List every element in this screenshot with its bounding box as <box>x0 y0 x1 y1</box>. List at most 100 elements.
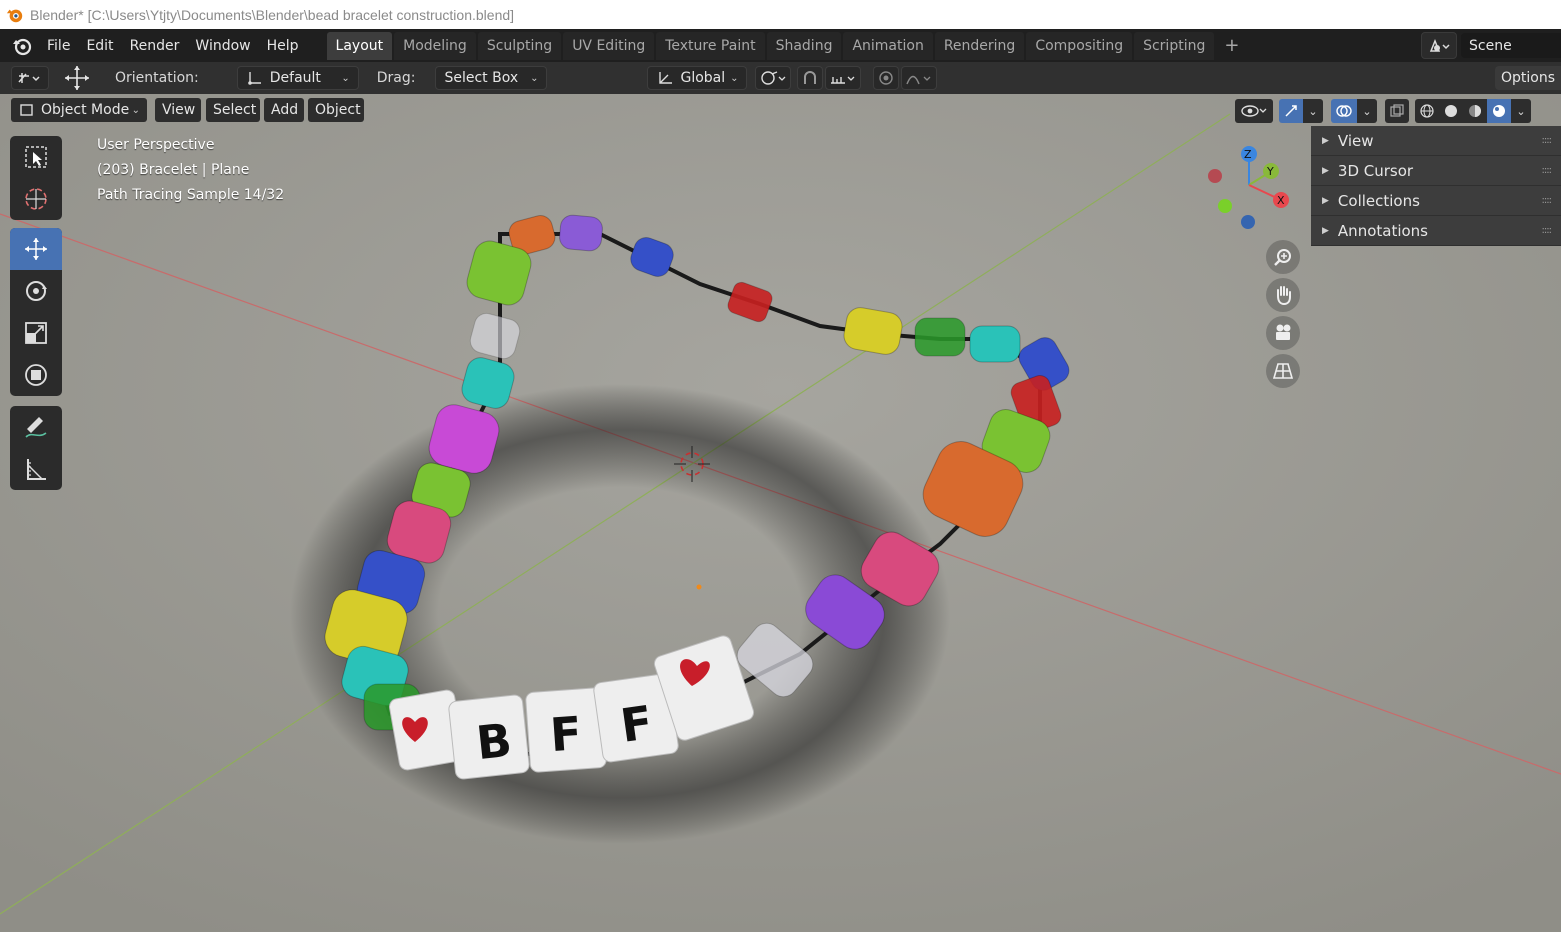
proportional-editing-toggle[interactable] <box>873 66 900 90</box>
tab-compositing[interactable]: Compositing <box>1026 31 1133 60</box>
gizmo-icon <box>1285 105 1297 117</box>
eye-icon <box>1241 105 1267 117</box>
disclosure-triangle-icon: ▶ <box>1322 195 1329 206</box>
sidebar-n-panel: ▶ View :::: ▶ 3D Cursor :::: ▶ Collectio… <box>1311 126 1561 246</box>
letter-f-1: F <box>548 706 583 762</box>
pivot-point-icon <box>761 71 786 85</box>
move-tool[interactable] <box>10 228 62 270</box>
solid-shading-button[interactable] <box>1439 99 1463 123</box>
menu-edit[interactable]: Edit <box>78 38 121 54</box>
pencil-icon <box>25 417 47 438</box>
tool-shelf-edit <box>10 228 62 396</box>
panel-annotations[interactable]: ▶ Annotations :::: <box>1311 216 1561 246</box>
workspace-tabs: Layout Modeling Sculpting UV Editing Tex… <box>326 29 1248 62</box>
gizmo-toggle[interactable] <box>1279 99 1303 123</box>
menu-file[interactable]: File <box>39 38 78 54</box>
solid-sphere-icon <box>1445 105 1457 117</box>
navigation-gizmo[interactable]: Z Y X <box>1198 142 1298 232</box>
transform-tool[interactable] <box>10 354 62 396</box>
scene-name-field[interactable]: Scene <box>1461 33 1561 58</box>
material-shading-button[interactable] <box>1463 99 1487 123</box>
chevron-down-icon: ⌄ <box>1308 104 1318 118</box>
scene-browse-icon[interactable] <box>1421 32 1457 59</box>
overlays-icon <box>1336 105 1352 117</box>
editor-type-dropdown[interactable] <box>11 66 49 90</box>
zoom-button[interactable] <box>1266 240 1300 274</box>
move-icon <box>25 238 47 260</box>
menu-window[interactable]: Window <box>187 38 258 54</box>
object-mode-dropdown[interactable]: Object Mode ⌄ <box>11 98 147 122</box>
scene-selector: Scene <box>1421 32 1561 59</box>
drag-grip-icon[interactable]: :::: <box>1542 135 1553 146</box>
tab-sculpting[interactable]: Sculpting <box>477 31 562 60</box>
drag-dropdown[interactable]: Select Box ⌄ <box>435 66 548 90</box>
measure-tool[interactable] <box>10 448 62 490</box>
cursor-tool[interactable] <box>10 178 62 220</box>
gizmo-dropdown[interactable]: ⌄ <box>1303 99 1323 123</box>
menu-render[interactable]: Render <box>122 38 188 54</box>
drag-grip-icon[interactable]: :::: <box>1542 225 1553 236</box>
orientation-dropdown[interactable]: Default ⌄ <box>236 66 359 90</box>
panel-3d-cursor[interactable]: ▶ 3D Cursor :::: <box>1311 156 1561 186</box>
blender-menu-icon[interactable] <box>11 35 33 57</box>
chevron-down-icon: ⌄ <box>1516 104 1526 118</box>
tab-scripting[interactable]: Scripting <box>1134 31 1215 60</box>
tab-texture-paint[interactable]: Texture Paint <box>656 31 765 60</box>
gizmo-neg-x <box>1208 169 1222 183</box>
camera-view-button[interactable] <box>1266 316 1300 350</box>
add-menu[interactable]: Add <box>264 98 304 122</box>
panel-view[interactable]: ▶ View :::: <box>1311 126 1561 156</box>
xray-toggle[interactable] <box>1385 99 1409 123</box>
wireframe-shading-button[interactable] <box>1415 99 1439 123</box>
tab-shading[interactable]: Shading <box>766 31 842 60</box>
tool-shelf-annotate <box>10 406 62 490</box>
tab-layout[interactable]: Layout <box>326 31 393 60</box>
proportional-falloff-dropdown[interactable] <box>901 66 938 90</box>
rotate-icon <box>26 281 47 301</box>
window-title: Blender* [C:\Users\Ytjty\Documents\Blend… <box>30 6 515 23</box>
snap-toggle[interactable] <box>797 66 824 90</box>
rotate-tool[interactable] <box>10 270 62 312</box>
snap-increment-icon <box>831 76 855 84</box>
overlays-dropdown[interactable]: ⌄ <box>1357 99 1377 123</box>
panel-3d-cursor-label: 3D Cursor <box>1337 161 1414 180</box>
shading-dropdown[interactable]: ⌄ <box>1511 99 1531 123</box>
pivot-point-dropdown[interactable] <box>755 66 792 90</box>
3d-viewport[interactable]: B F F Object Mode ⌄ View Select Add Obje… <box>0 94 1561 932</box>
disclosure-triangle-icon: ▶ <box>1322 165 1329 176</box>
add-workspace-button[interactable]: + <box>1216 35 1247 56</box>
gizmo-neg-y <box>1218 199 1232 213</box>
ruler-icon <box>27 459 46 480</box>
select-box-tool[interactable] <box>10 136 62 178</box>
rendered-sphere-icon <box>1493 105 1505 117</box>
tab-uv-editing[interactable]: UV Editing <box>563 31 655 60</box>
view-menu[interactable]: View <box>155 98 201 122</box>
options-button[interactable]: Options <box>1495 66 1561 90</box>
pan-button[interactable] <box>1266 278 1300 312</box>
rendered-shading-button[interactable] <box>1487 99 1511 123</box>
overlays-toggle[interactable] <box>1331 99 1357 123</box>
transform-orientation-dropdown[interactable]: Global ⌄ <box>647 66 748 90</box>
drag-grip-icon[interactable]: :::: <box>1542 165 1553 176</box>
scale-tool[interactable] <box>10 312 62 354</box>
gizmo-y-label: Y <box>1266 165 1274 178</box>
snap-target-dropdown[interactable] <box>825 66 862 90</box>
tab-rendering[interactable]: Rendering <box>934 31 1025 60</box>
transform-icon <box>25 364 47 386</box>
panel-collections[interactable]: ▶ Collections :::: <box>1311 186 1561 216</box>
annotate-tool[interactable] <box>10 406 62 448</box>
move-tool-icon[interactable] <box>61 64 93 92</box>
letter-b: B <box>474 713 515 770</box>
perspective-toggle-button[interactable] <box>1266 354 1300 388</box>
tab-animation[interactable]: Animation <box>843 31 933 60</box>
select-menu[interactable]: Select <box>206 98 260 122</box>
disclosure-triangle-icon: ▶ <box>1322 225 1329 236</box>
scale-icon <box>25 322 47 344</box>
tab-modeling[interactable]: Modeling <box>394 31 476 60</box>
view-name-text: User Perspective <box>97 137 215 153</box>
object-menu[interactable]: Object <box>308 98 364 122</box>
drag-grip-icon[interactable]: :::: <box>1542 195 1553 206</box>
visibility-dropdown[interactable] <box>1235 99 1273 123</box>
blender-logo-icon <box>6 9 23 22</box>
menu-help[interactable]: Help <box>259 38 307 54</box>
